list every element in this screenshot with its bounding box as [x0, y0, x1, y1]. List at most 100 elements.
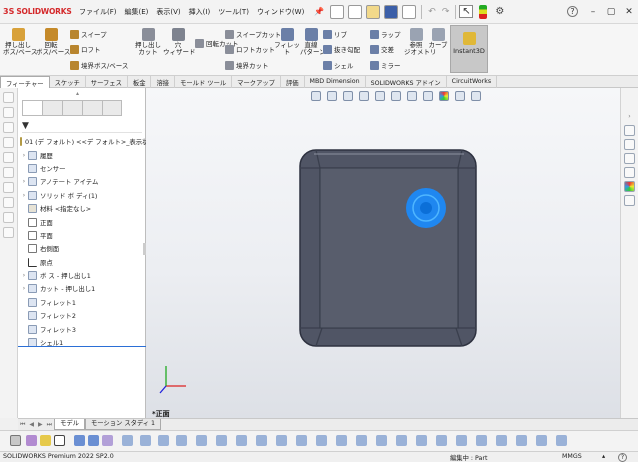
open-folder-icon[interactable]	[366, 4, 381, 19]
display-manager-tab-icon[interactable]	[102, 100, 122, 116]
menu-file[interactable]: ファイル(F)	[75, 7, 121, 17]
shell-button[interactable]: シェル	[323, 60, 354, 70]
design-library-icon[interactable]	[624, 139, 635, 150]
close-button[interactable]: ✕	[620, 7, 638, 17]
tab-surfaces[interactable]: サーフェス	[86, 76, 128, 88]
filter-edges-icon[interactable]	[40, 435, 51, 446]
extrude-boss-button[interactable]: 押し出し ボス/ベース	[3, 28, 37, 56]
status-help-icon[interactable]: ?	[618, 453, 627, 462]
relations-icon[interactable]	[3, 137, 14, 148]
tree-filter[interactable]: ▼	[22, 121, 142, 133]
tree-item-material[interactable]: 材料 <指定なし>	[20, 202, 146, 215]
draft-button[interactable]: 抜き勾配	[323, 44, 360, 54]
filter-dimensions-icon[interactable]	[176, 435, 187, 446]
part-model[interactable]	[146, 88, 620, 418]
filter-routing-icon[interactable]	[396, 435, 407, 446]
tree-item-fillet2[interactable]: フィレット2	[20, 309, 146, 322]
solidworks-resources-icon[interactable]	[624, 125, 635, 136]
tab-mold-tools[interactable]: モールド ツール	[175, 76, 233, 88]
filter-surface-finish-icon[interactable]	[276, 435, 287, 446]
appearances-icon[interactable]	[624, 181, 635, 192]
configuration-manager-tab-icon[interactable]	[62, 100, 82, 116]
menu-view[interactable]: 表示(V)	[152, 7, 184, 17]
repair-sketch-icon[interactable]	[3, 152, 14, 163]
help-icon[interactable]: ?	[567, 6, 578, 17]
filter-route-points-icon[interactable]	[476, 435, 487, 446]
rollback-bar[interactable]	[18, 346, 146, 347]
tree-item-annotations[interactable]: › アノテート アイテム	[20, 175, 146, 188]
task-pane-arrow-icon[interactable]: ›	[624, 113, 635, 122]
restore-button[interactable]: ▢	[602, 7, 620, 17]
tab-markup[interactable]: マークアップ	[232, 76, 281, 88]
expand-arrow-icon[interactable]: ›	[20, 178, 28, 185]
filter-mates-icon[interactable]	[496, 435, 507, 446]
rebuild-icon[interactable]	[479, 4, 488, 19]
property-manager-tab-icon[interactable]	[42, 100, 62, 116]
last-tab-icon[interactable]: ⏭	[47, 421, 52, 429]
tab-weldments[interactable]: 溶接	[151, 76, 176, 88]
menu-insert[interactable]: 挿入(I)	[185, 7, 215, 17]
select-tool-icon[interactable]	[54, 435, 65, 446]
tree-item-top-plane[interactable]: 平面	[20, 229, 146, 242]
minimize-button[interactable]: –	[584, 7, 602, 17]
menu-edit[interactable]: 編集(E)	[121, 7, 153, 17]
curves-button[interactable]: カーブ	[428, 28, 448, 49]
sweep-cut-button[interactable]: スイープカット	[225, 29, 281, 39]
new-document-icon[interactable]	[348, 4, 363, 19]
filter-solid-bodies-icon[interactable]	[102, 435, 113, 446]
tab-mbd-dimension[interactable]: MBD Dimension	[305, 76, 366, 88]
expand-arrow-icon[interactable]: ›	[20, 272, 28, 279]
tree-item-origin[interactable]: 原点	[20, 256, 146, 269]
filter-planes-icon[interactable]	[140, 435, 151, 446]
save-icon[interactable]	[384, 4, 399, 19]
tab-model[interactable]: モデル	[54, 419, 85, 430]
hole-wizard-button[interactable]: 穴 ウィザード	[163, 28, 196, 56]
boundary-cut-button[interactable]: 境界カット	[225, 60, 269, 70]
filter-notes-icon[interactable]	[236, 435, 247, 446]
filter-annotations-icon[interactable]	[196, 435, 207, 446]
boundary-boss-button[interactable]: 境界ボス/ベース	[70, 60, 128, 70]
tree-item-shell1[interactable]: シェル1	[20, 336, 146, 349]
filter-grooves-icon[interactable]	[536, 435, 547, 446]
tree-item-boss-extrude[interactable]: › ボ ス - 押し出し1	[20, 269, 146, 282]
expand-arrow-icon[interactable]: ›	[20, 152, 28, 159]
units-selector[interactable]: MMGS	[562, 453, 582, 460]
filter-surfaces-icon[interactable]	[88, 435, 99, 446]
status-up-arrow-icon[interactable]: ▴	[602, 453, 605, 460]
tab-motion-study[interactable]: モーション スタディ 1	[84, 419, 162, 430]
filter-sketch-points-icon[interactable]	[158, 435, 169, 446]
intersect-button[interactable]: 交差	[370, 44, 394, 54]
undo-icon[interactable]: ↶	[428, 7, 436, 17]
filter-dowel-pins-icon[interactable]	[436, 435, 447, 446]
filter-blocks-icon[interactable]	[376, 435, 387, 446]
sweep-button[interactable]: スイープ	[70, 29, 107, 39]
filter-vertices-icon[interactable]	[26, 435, 37, 446]
tab-features[interactable]: フィーチャー	[0, 76, 50, 88]
solidworks-logo[interactable]: 3S SOLIDWORKS	[3, 7, 75, 16]
loft-button[interactable]: ロフト	[70, 44, 101, 54]
tree-item-cut-extrude[interactable]: › カット - 押し出し1	[20, 282, 146, 295]
convert-entities-icon[interactable]	[3, 227, 14, 238]
filter-toggle-icon[interactable]	[10, 435, 21, 446]
filter-connection-points-icon[interactable]	[456, 435, 467, 446]
loft-cut-button[interactable]: ロフトカット	[225, 44, 275, 54]
expand-arrow-icon[interactable]: ›	[20, 285, 28, 292]
menu-window[interactable]: ウィンドウ(W)	[253, 7, 308, 17]
tree-item-right-plane[interactable]: 右側面	[20, 242, 146, 255]
panel-collapse-handle[interactable]: ▴	[76, 90, 84, 97]
wrap-button[interactable]: ラップ	[370, 29, 401, 39]
quick-snaps-icon[interactable]	[3, 167, 14, 178]
tab-addins[interactable]: SOLIDWORKS アドイン	[366, 76, 447, 88]
filter-center-marks-icon[interactable]	[336, 435, 347, 446]
filter-hole-callouts-icon[interactable]	[356, 435, 367, 446]
linear-pattern-button[interactable]: 直線 パターン	[300, 28, 326, 56]
filter-cut-list-icon[interactable]	[516, 435, 527, 446]
rapid-sketch-icon[interactable]	[3, 182, 14, 193]
graphics-area[interactable]: *正面	[146, 88, 620, 418]
home-icon[interactable]	[330, 4, 345, 19]
filter-axes-icon[interactable]	[122, 435, 133, 446]
next-tab-icon[interactable]: ▶	[38, 421, 43, 428]
dimxpert-tab-icon[interactable]	[82, 100, 102, 116]
expand-arrow-icon[interactable]: ›	[20, 192, 28, 199]
rib-button[interactable]: リブ	[323, 29, 347, 39]
